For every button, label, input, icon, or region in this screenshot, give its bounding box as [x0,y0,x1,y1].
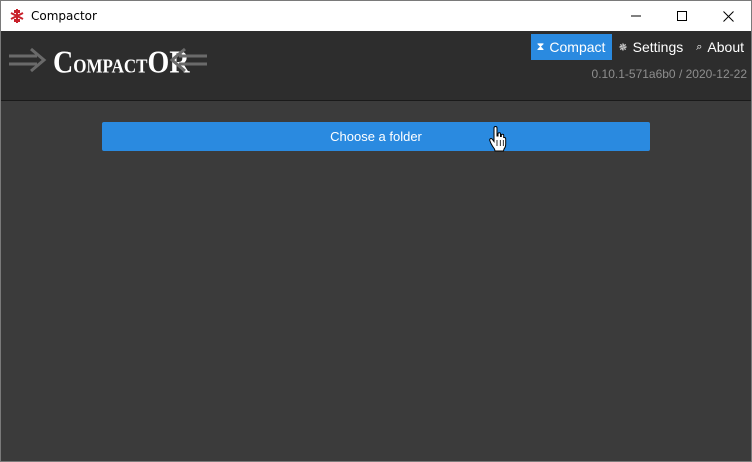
title-bar[interactable]: Compactor [1,1,751,31]
close-button[interactable] [705,1,751,31]
window-title: Compactor [31,9,97,23]
logo-part-3: O [147,45,170,81]
gear-icon: ✵ [618,40,628,54]
close-icon [722,10,734,22]
hand-pointer-cursor-icon [489,126,507,152]
choose-folder-label: Choose a folder [330,129,422,144]
search-icon: ⌕ [696,40,703,53]
main-nav: ⧗ Compact ✵ Settings ⌕ About [530,34,751,60]
maximize-icon [677,11,687,21]
tab-about[interactable]: ⌕ About [690,34,751,60]
maximize-button[interactable] [659,1,705,31]
tab-compact[interactable]: ⧗ Compact [530,34,613,60]
version-label: 0.10.1-571a6b0 / 2020-12-22 [591,67,747,81]
logo-part-1: C [53,45,74,81]
minimize-icon [631,15,641,17]
hourglass-icon: ⧗ [536,40,545,53]
compactor-logo-icon [10,9,24,23]
choose-folder-button[interactable]: Choose a folder [102,122,650,151]
app-header: COMPACTOR ⧗ Compact ✵ Settings ⌕ About 0… [1,31,751,101]
tab-settings-label: Settings [632,39,684,55]
minimize-button[interactable] [613,1,659,31]
main-content: Choose a folder [1,102,751,461]
tab-settings[interactable]: ✵ Settings [612,34,690,60]
tab-compact-label: Compact [549,39,606,55]
double-arrow-left-icon [169,47,207,73]
app-window: Compactor COMPACTOR [0,0,752,462]
tab-about-label: About [707,39,744,55]
double-arrow-right-icon [9,47,47,73]
logo-part-2: OMPACT [73,55,148,78]
